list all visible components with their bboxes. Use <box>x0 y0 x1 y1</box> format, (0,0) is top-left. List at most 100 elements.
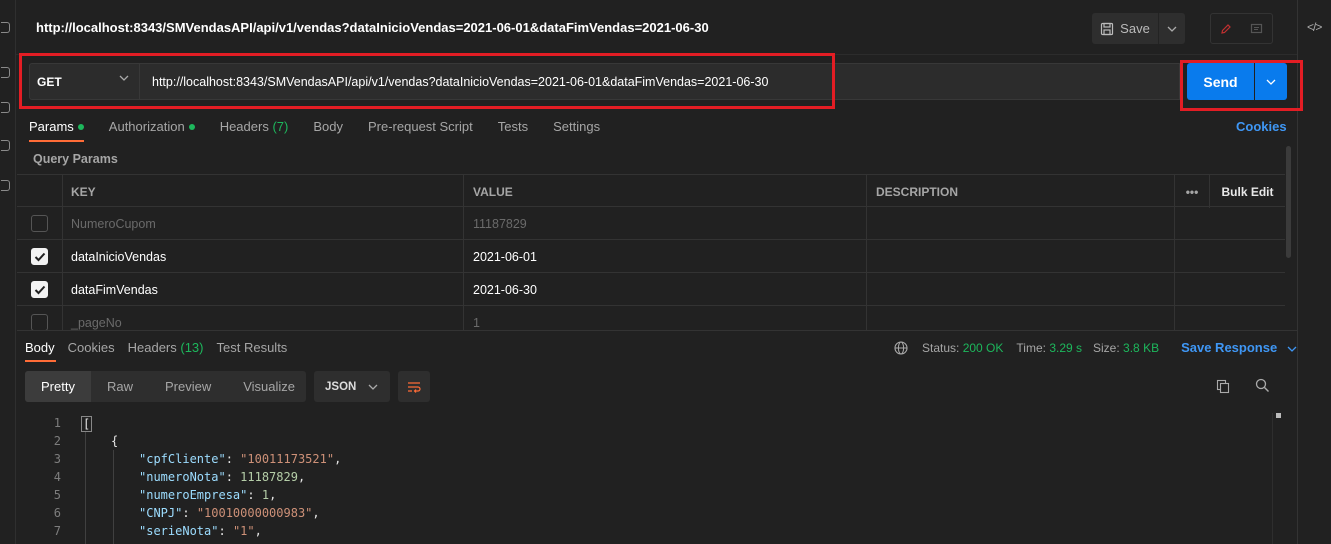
code-snippet-icon[interactable]: </> <box>1307 20 1322 34</box>
tab-response-headers-label: Headers <box>127 340 177 355</box>
chevron-down-icon <box>1167 26 1177 32</box>
row-checkbox-cell <box>17 240 63 273</box>
response-status: Status: 200 OK Time: 3.29 s Size: 3.8 KB… <box>894 340 1297 355</box>
tab-tests[interactable]: Tests <box>498 119 528 141</box>
header-checkbox-cell <box>17 175 63 208</box>
status-value[interactable]: 200 OK <box>963 341 1004 355</box>
line-number: 1 <box>53 416 61 430</box>
sidebar-apis-icon[interactable] <box>1 67 10 78</box>
param-key-cell[interactable]: dataFimVendas <box>63 273 464 306</box>
comment-icon <box>1251 23 1263 33</box>
param-checkbox[interactable] <box>31 248 48 265</box>
column-description: DESCRIPTION <box>867 175 1175 208</box>
tab-response-body[interactable]: Body <box>25 340 55 362</box>
code-line: "cpfCliente": "10011173521", <box>139 452 342 466</box>
tab-tests-label: Tests <box>497 119 529 134</box>
line-number: 7 <box>53 524 61 538</box>
code-line: "numeroNota": 11187829, <box>139 470 306 484</box>
tab-body-label: Body <box>313 119 343 134</box>
table-row: _pageNo 1 <box>17 306 1285 331</box>
tab-settings[interactable]: Settings <box>553 119 600 141</box>
tab-authorization[interactable]: Authorization <box>109 119 195 141</box>
json-key: "cpfCliente" <box>139 452 226 466</box>
code-line: "numeroEmpresa": 1, <box>139 488 277 502</box>
table-row: NumeroCupom 11187829 <box>17 207 1285 240</box>
code-line: "serieNota": "1", <box>139 524 262 538</box>
tab-body[interactable]: Body <box>313 119 343 141</box>
param-value-cell[interactable]: 2021-06-30 <box>464 273 867 306</box>
chevron-down-icon <box>368 384 378 390</box>
wrap-lines-button[interactable] <box>398 371 430 402</box>
param-description-cell[interactable] <box>867 240 1175 273</box>
tab-headers[interactable]: Headers (7) <box>220 119 289 141</box>
comments-button[interactable] <box>1242 14 1273 43</box>
request-name[interactable]: http://localhost:8343/SMVendasAPI/api/v1… <box>36 20 709 35</box>
tab-response-cookies[interactable]: Cookies <box>68 340 115 362</box>
pencil-icon <box>1221 23 1232 34</box>
tab-response-headers[interactable]: Headers (13) <box>128 340 204 362</box>
active-tab-indicator <box>29 140 84 142</box>
table-header-row: KEY VALUE DESCRIPTION ••• Bulk Edit <box>17 174 1285 208</box>
param-description-cell[interactable] <box>867 207 1175 240</box>
edit-button[interactable] <box>1211 14 1242 43</box>
param-key-cell[interactable]: NumeroCupom <box>63 207 464 240</box>
wrap-lines-icon <box>408 381 421 393</box>
code-line: { <box>111 434 119 448</box>
cookies-link[interactable]: Cookies <box>1236 119 1287 134</box>
request-title-bar: http://localhost:8343/SMVendasAPI/api/v1… <box>16 0 1297 55</box>
param-value-cell[interactable]: 2021-06-01 <box>464 240 867 273</box>
json-key: "serieNota" <box>139 524 219 538</box>
response-format-select[interactable]: JSON <box>314 371 390 402</box>
response-headers-count: (13) <box>180 340 204 355</box>
param-checkbox[interactable] <box>31 314 48 331</box>
param-key-cell[interactable]: dataInicioVendas <box>63 240 464 273</box>
globe-icon[interactable] <box>894 340 908 355</box>
param-description-cell[interactable] <box>867 273 1175 306</box>
view-preview[interactable]: Preview <box>149 371 227 402</box>
sidebar-environments-icon[interactable] <box>1 102 10 113</box>
sidebar-mock-icon[interactable] <box>1 140 10 151</box>
code-line: [ <box>81 416 93 432</box>
tab-test-results[interactable]: Test Results <box>217 340 288 362</box>
param-checkbox[interactable] <box>31 215 48 232</box>
row-checkbox-cell <box>17 306 63 331</box>
scroll-up-arrow[interactable] <box>1276 413 1281 418</box>
json-value: "1" <box>232 524 255 538</box>
view-pretty[interactable]: Pretty <box>25 371 91 402</box>
sidebar-history-icon[interactable] <box>1 180 10 191</box>
bulk-edit-button[interactable]: Bulk Edit <box>1210 175 1285 208</box>
response-tabs: Body Cookies Headers (13) Test Results <box>25 340 300 362</box>
response-view-tabs: Pretty Raw Preview Visualize <box>25 371 306 402</box>
param-key-cell[interactable]: _pageNo <box>63 306 464 331</box>
json-key: "numeroEmpresa" <box>139 488 248 502</box>
line-number: 4 <box>53 470 61 484</box>
save-dropdown-button[interactable] <box>1158 13 1185 44</box>
search-icon[interactable] <box>1255 378 1270 393</box>
sidebar-collections-icon[interactable] <box>1 22 10 33</box>
code-scrollbar[interactable] <box>1272 413 1283 544</box>
save-button[interactable]: Save <box>1092 13 1158 44</box>
json-key: "numeroNota" <box>139 470 226 484</box>
code-line: "CNPJ": "10010000000983", <box>139 506 320 520</box>
tab-params[interactable]: Params <box>29 119 84 141</box>
copy-icon[interactable] <box>1216 379 1230 394</box>
save-response-button[interactable]: Save Response <box>1181 340 1297 355</box>
param-description-cell[interactable] <box>867 306 1175 331</box>
view-visualize[interactable]: Visualize <box>227 371 311 402</box>
tab-prerequest-label: Pre-request Script <box>367 119 473 134</box>
param-checkbox[interactable] <box>31 281 48 298</box>
response-divider[interactable] <box>17 330 1297 331</box>
param-value-cell[interactable]: 11187829 <box>464 207 867 240</box>
view-raw[interactable]: Raw <box>91 371 149 402</box>
params-indicator-dot <box>77 124 84 130</box>
time-value[interactable]: 3.29 s <box>1049 341 1082 355</box>
tab-prerequest-script[interactable]: Pre-request Script <box>368 119 473 141</box>
json-key: "CNPJ" <box>139 506 183 520</box>
param-value-cell[interactable]: 1 <box>464 306 867 331</box>
table-row: dataFimVendas 2021-06-30 <box>17 273 1285 306</box>
response-body-editor[interactable]: 1 2 3 4 5 6 7 [ { "cpfCliente": "1001117… <box>25 412 1275 544</box>
query-params-heading: Query Params <box>33 152 118 166</box>
params-scrollbar[interactable] <box>1286 146 1291 258</box>
more-options-button[interactable]: ••• <box>1175 175 1210 208</box>
size-value[interactable]: 3.8 KB <box>1123 341 1159 355</box>
